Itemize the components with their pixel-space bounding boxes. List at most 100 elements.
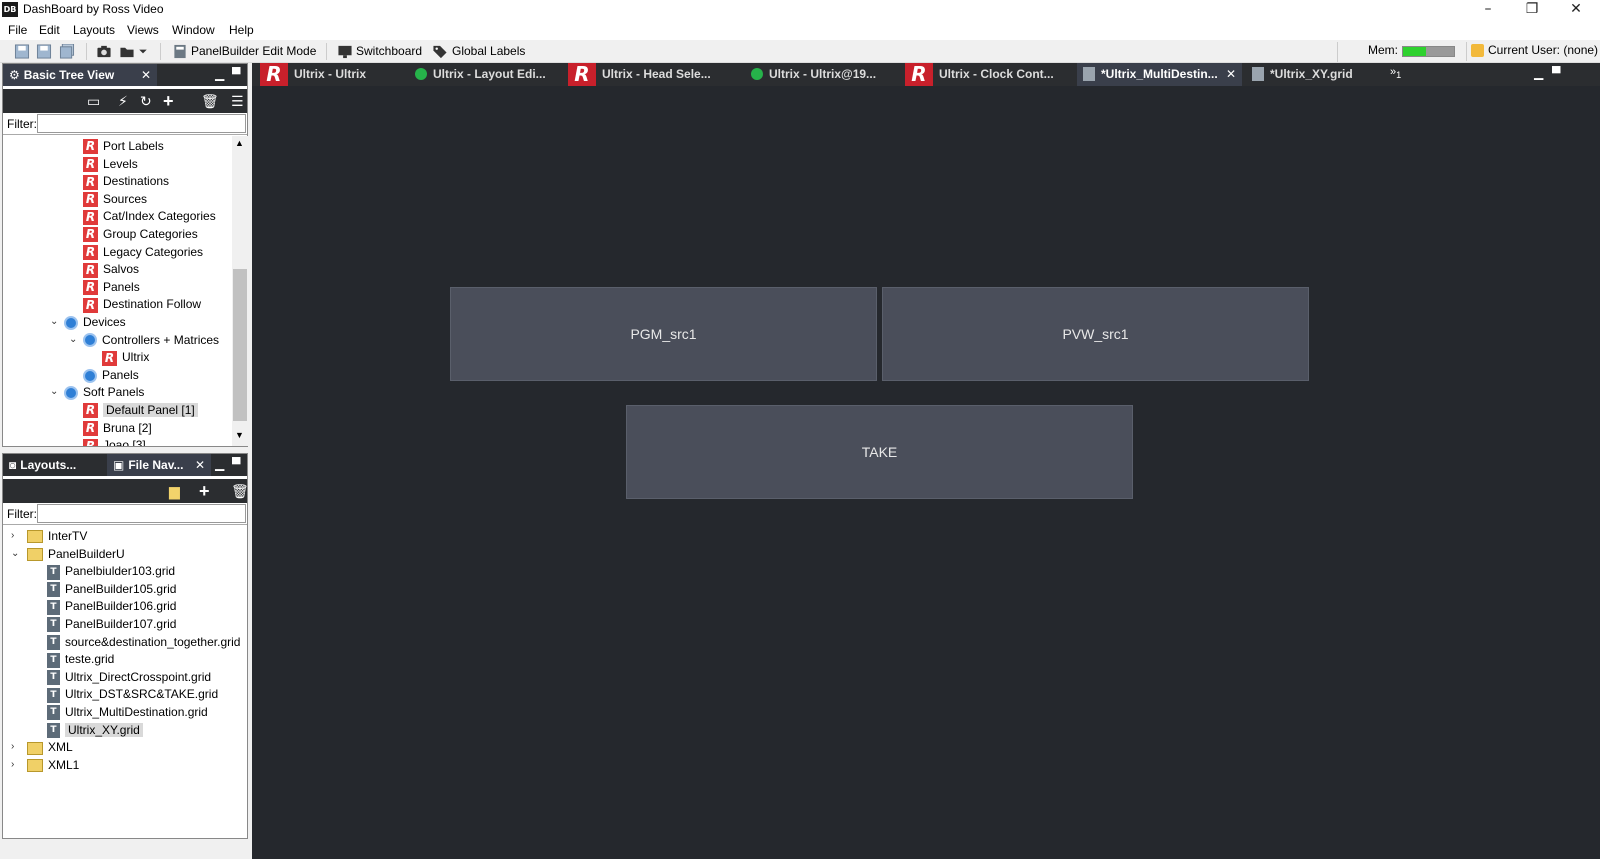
maximize-panel-icon[interactable]: ▀ xyxy=(232,457,241,471)
tree-item[interactable]: R Panels xyxy=(83,278,140,296)
menu-edit[interactable]: Edit xyxy=(39,23,60,37)
global-labels-button[interactable]: Global Labels xyxy=(452,44,525,58)
file-item[interactable]: T Ultrix_MultiDestination.grid xyxy=(47,703,208,721)
tree-item[interactable]: R Bruna [2] xyxy=(83,419,152,437)
folder-item[interactable]: › XML1 xyxy=(11,756,79,774)
take-button[interactable]: TAKE xyxy=(626,405,1133,499)
tree-item[interactable]: R Sources xyxy=(83,190,147,208)
file-nav-toolbar: ▆ + 🗑 xyxy=(3,479,249,503)
tree-item[interactable]: R Destination Follow xyxy=(83,295,201,313)
maximize-panel-icon[interactable]: ▀ xyxy=(1552,66,1561,80)
tree-scrollbar[interactable]: ▲ ▼ xyxy=(232,136,248,446)
close-window-icon[interactable]: ✕ xyxy=(1554,0,1598,20)
menu-file[interactable]: File xyxy=(8,23,27,37)
menu-window[interactable]: Window xyxy=(172,23,215,37)
tree-item[interactable]: R Ultrix xyxy=(102,348,149,366)
tree-filter-input[interactable] xyxy=(37,114,246,133)
tree-item[interactable]: Panels xyxy=(83,366,139,384)
delete-icon[interactable]: 🗑 xyxy=(201,93,219,109)
camera-icon[interactable] xyxy=(96,44,112,59)
main-tab[interactable]: *Ultrix_MultiDestin... ✕ xyxy=(1077,63,1242,86)
tree-item[interactable]: R Legacy Categories xyxy=(83,243,203,261)
new-folder-icon[interactable]: ▆ xyxy=(169,483,180,499)
tree-item[interactable]: R Cat/Index Categories xyxy=(83,207,216,225)
tab-layouts[interactable]: ◙ Layouts... xyxy=(3,454,103,476)
maximize-panel-icon[interactable]: ▀ xyxy=(232,67,241,81)
main-tab[interactable]: R Ultrix - Ultrix xyxy=(260,63,400,86)
tree-item[interactable]: R Group Categories xyxy=(83,225,198,243)
file-item[interactable]: T Ultrix_DST&SRC&TAKE.grid xyxy=(47,685,218,703)
save-as-icon[interactable] xyxy=(36,44,52,59)
file-item[interactable]: T PanelBuilder105.grid xyxy=(47,580,176,598)
file-item[interactable]: T Ultrix_XY.grid xyxy=(47,721,143,739)
refresh-icon[interactable]: ↻ xyxy=(140,93,152,109)
file-filter-input[interactable] xyxy=(37,504,246,523)
panelbuilder-edit-mode-button[interactable]: PanelBuilder Edit Mode xyxy=(191,44,316,58)
tree-item[interactable]: R Salvos xyxy=(83,260,139,278)
chevron-down-icon[interactable]: ⌄ xyxy=(50,383,58,401)
tab-basic-tree-view[interactable]: ⚙ Basic Tree View ✕ xyxy=(3,64,157,86)
file-item[interactable]: T PanelBuilder106.grid xyxy=(47,597,176,615)
discover-icon[interactable]: ⚡ xyxy=(118,93,128,109)
scroll-up-icon[interactable]: ▲ xyxy=(235,138,244,148)
delete-icon[interactable]: 🗑 xyxy=(231,483,249,499)
folder-item[interactable]: ⌄ PanelBuilderU xyxy=(11,545,125,563)
add-icon[interactable]: + xyxy=(199,482,210,500)
tree-item[interactable]: ⌄ Devices xyxy=(50,313,126,331)
main-tab[interactable]: Ultrix - Ultrix@19... xyxy=(745,63,895,86)
tree-item-label: Bruna [2] xyxy=(103,420,152,435)
chevron-right-icon[interactable]: › xyxy=(11,756,14,774)
file-item[interactable]: T Ultrix_DirectCrosspoint.grid xyxy=(47,668,211,686)
chevron-right-icon[interactable]: › xyxy=(11,527,14,545)
main-tab[interactable]: R Ultrix - Clock Cont... xyxy=(905,63,1070,86)
close-tab-icon[interactable]: ✕ xyxy=(1226,63,1236,86)
save-icon[interactable] xyxy=(14,44,30,59)
close-tab-icon[interactable]: ✕ xyxy=(195,454,205,476)
minimize-panel-icon[interactable]: ▁ xyxy=(215,67,224,81)
chevron-down-icon[interactable] xyxy=(138,44,148,59)
new-folder-icon[interactable]: ▭ xyxy=(87,93,100,109)
tree-item[interactable]: ⌄ Controllers + Matrices xyxy=(69,331,219,349)
pvw-src1-button[interactable]: PVW_src1 xyxy=(882,287,1309,381)
close-tab-icon[interactable]: ✕ xyxy=(141,64,151,86)
tree-item[interactable]: R Levels xyxy=(83,155,138,173)
minimize-panel-icon[interactable]: ▁ xyxy=(1534,66,1543,80)
file-item[interactable]: Tteste.grid xyxy=(47,650,114,668)
tab-file-nav[interactable]: ▣ File Nav... ✕ xyxy=(107,454,211,476)
file-item[interactable]: Tsource&destination_together.grid xyxy=(47,633,240,651)
tree-item[interactable]: ⌄ Soft Panels xyxy=(50,383,144,401)
current-user-status[interactable]: Current User: (none) xyxy=(1466,42,1598,61)
menu-layouts[interactable]: Layouts xyxy=(73,23,115,37)
file-item[interactable]: T PanelBuilder107.grid xyxy=(47,615,176,633)
grid-file-icon: T xyxy=(47,582,60,598)
restore-icon[interactable]: ❐ xyxy=(1510,0,1554,20)
main-tab[interactable]: Ultrix - Layout Edi... xyxy=(409,63,559,86)
chevron-down-icon[interactable]: ⌄ xyxy=(11,545,19,563)
chevron-down-icon[interactable]: ⌄ xyxy=(69,331,77,349)
file-item-label: PanelBuilder106.grid xyxy=(65,599,177,614)
main-tab[interactable]: R Ultrix - Head Sele... xyxy=(568,63,736,86)
menu-views[interactable]: Views xyxy=(127,23,159,37)
file-item[interactable]: T Panelbiulder103.grid xyxy=(47,562,175,580)
pgm-src1-button[interactable]: PGM_src1 xyxy=(450,287,877,381)
folder-item[interactable]: › InterTV xyxy=(11,527,87,545)
minimize-icon[interactable]: – xyxy=(1466,0,1510,20)
folder-item[interactable]: › XML xyxy=(11,738,73,756)
tree-item[interactable]: R Destinations xyxy=(83,172,169,190)
menu-help[interactable]: Help xyxy=(229,23,254,37)
main-tab[interactable]: *Ultrix_XY.grid xyxy=(1246,63,1376,86)
chevron-right-icon[interactable]: › xyxy=(11,738,14,756)
tree-item[interactable]: R Port Labels xyxy=(83,137,164,155)
open-folder-icon[interactable] xyxy=(119,44,135,59)
switchboard-button[interactable]: Switchboard xyxy=(356,44,422,58)
minimize-panel-icon[interactable]: ▁ xyxy=(215,457,224,471)
tab-overflow-button[interactable]: »1 xyxy=(1390,63,1401,84)
list-view-icon[interactable]: ☰ xyxy=(231,93,244,109)
chevron-down-icon[interactable]: ⌄ xyxy=(50,313,58,331)
tree-item[interactable]: R Default Panel [1] xyxy=(83,401,198,419)
add-icon[interactable]: + xyxy=(163,92,174,110)
tree-item[interactable]: R Joao [3] xyxy=(83,436,146,446)
scroll-thumb[interactable] xyxy=(233,269,247,421)
scroll-down-icon[interactable]: ▼ xyxy=(235,430,244,440)
save-all-icon[interactable] xyxy=(59,44,75,59)
